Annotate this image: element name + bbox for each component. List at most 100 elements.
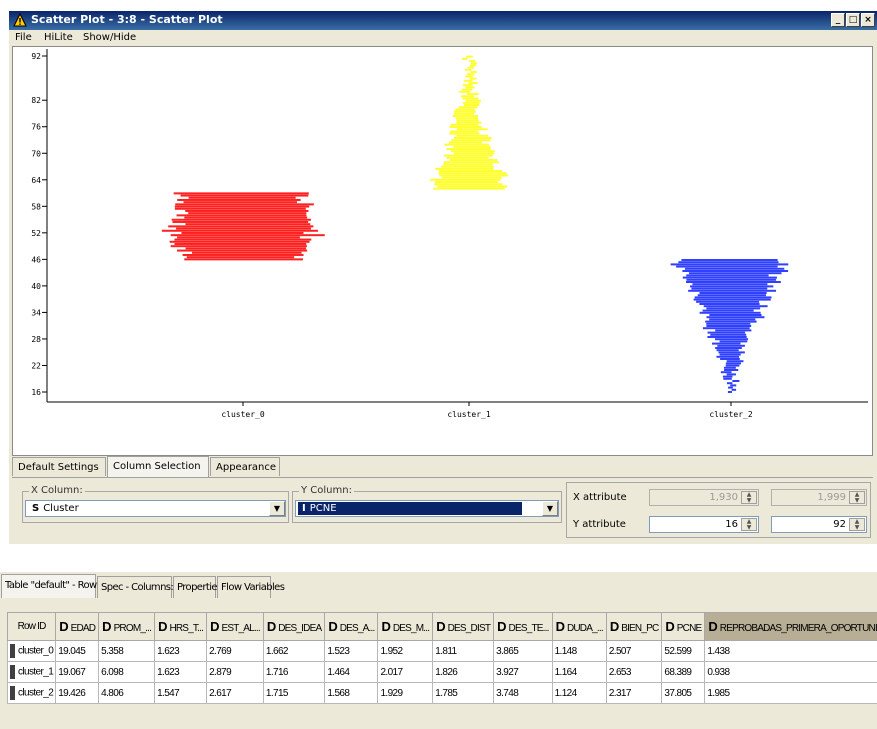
column-header[interactable]: DREPROBADAS_PRIMERA_OPORTUNIDAD — [704, 612, 877, 641]
data-point-cluster_2[interactable] — [717, 344, 745, 347]
table-cell[interactable]: 2.507 — [605, 640, 663, 662]
title-bar[interactable]: Scatter Plot - 3:8 - Scatter Plot _ □ × — [9, 11, 877, 30]
table-cell[interactable]: 2.653 — [605, 661, 663, 683]
data-point-cluster_0[interactable] — [186, 256, 295, 259]
data-point-cluster_1[interactable] — [466, 55, 473, 58]
data-point-cluster_1[interactable] — [450, 130, 479, 133]
table-cell[interactable]: 3.748 — [493, 682, 553, 704]
data-point-cluster_1[interactable] — [438, 172, 507, 175]
data-point-cluster_1[interactable] — [470, 71, 477, 74]
table-cell[interactable]: 1.124 — [551, 682, 607, 704]
data-point-cluster_1[interactable] — [453, 137, 492, 140]
data-point-cluster_2[interactable] — [682, 270, 789, 272]
data-point-cluster_2[interactable] — [726, 360, 744, 363]
data-point-cluster_0[interactable] — [188, 196, 296, 199]
tab-default-settings[interactable]: Default Settings — [12, 457, 106, 476]
table-cell[interactable]: 1.715 — [262, 682, 326, 704]
data-point-cluster_2[interactable] — [715, 338, 749, 341]
data-point-cluster_1[interactable] — [433, 187, 505, 190]
data-point-cluster_1[interactable] — [461, 57, 468, 60]
table-cell[interactable]: 1.464 — [324, 661, 379, 683]
data-point-cluster_1[interactable] — [452, 115, 478, 118]
y-attribute-max-spinner[interactable]: 92 ▲ ▼ — [771, 516, 867, 533]
data-point-cluster_2[interactable] — [706, 316, 765, 319]
table-cell[interactable]: 19.426 — [55, 682, 100, 704]
data-point-cluster_1[interactable] — [468, 82, 478, 85]
column-header[interactable]: D DES_M... — [377, 612, 434, 641]
data-point-cluster_1[interactable] — [448, 141, 483, 144]
data-point-cluster_2[interactable] — [706, 307, 761, 310]
table-cell[interactable]: 1.438 — [704, 640, 877, 662]
data-point-cluster_2[interactable] — [730, 384, 737, 387]
data-point-cluster_2[interactable] — [705, 320, 757, 323]
data-point-cluster_1[interactable] — [456, 128, 488, 131]
row-id-cell[interactable]: cluster_2 — [6, 682, 57, 704]
data-point-cluster_2[interactable] — [681, 259, 778, 261]
data-point-cluster_1[interactable] — [458, 106, 478, 109]
table-cell[interactable]: 1.716 — [262, 661, 326, 683]
minimize-button[interactable]: _ — [831, 13, 845, 27]
data-point-cluster_2[interactable] — [718, 351, 745, 354]
data-point-cluster_0[interactable] — [174, 207, 306, 210]
table-row[interactable]: cluster_2 19.426 4.806 1.547 2.617 1.715 1.568… — [6, 682, 877, 704]
column-header[interactable]: D DES_DIST — [432, 612, 495, 641]
data-point-cluster_1[interactable] — [455, 108, 475, 111]
data-point-cluster_2[interactable] — [724, 369, 739, 371]
data-point-cluster_0[interactable] — [169, 240, 310, 243]
data-point-cluster_2[interactable] — [720, 358, 740, 360]
table-cell[interactable]: 1.164 — [551, 661, 607, 683]
data-point-cluster_1[interactable] — [464, 68, 472, 71]
data-point-cluster_1[interactable] — [438, 170, 502, 173]
data-point-cluster_2[interactable] — [719, 353, 741, 356]
data-point-cluster_1[interactable] — [443, 161, 499, 164]
data-point-cluster_1[interactable] — [459, 90, 471, 93]
data-point-cluster_2[interactable] — [722, 375, 733, 378]
table-cell[interactable]: 1.826 — [432, 661, 495, 683]
tab-spec-columns[interactable]: Spec - Columns: 13 — [97, 576, 188, 598]
data-point-cluster_2[interactable] — [684, 267, 785, 270]
table-cell[interactable]: 5.358 — [98, 640, 156, 662]
data-point-cluster_2[interactable] — [716, 355, 740, 358]
column-header[interactable]: D DES_IDEA — [262, 612, 326, 641]
data-point-cluster_0[interactable] — [170, 245, 307, 248]
data-point-cluster_1[interactable] — [467, 73, 475, 76]
data-point-cluster_1[interactable] — [441, 165, 494, 168]
data-point-cluster_2[interactable] — [699, 292, 767, 294]
table-cell[interactable]: 68.389 — [661, 661, 706, 683]
tab-properties[interactable]: Properties — [173, 576, 222, 598]
spinner-arrows-icon[interactable]: ▲ ▼ — [849, 491, 865, 504]
data-point-cluster_0[interactable] — [183, 201, 298, 204]
data-point-cluster_1[interactable] — [437, 185, 508, 188]
x-column-select[interactable]: S Cluster ▼ — [25, 500, 286, 517]
tab-flow-variables[interactable]: Flow Variables — [217, 576, 285, 598]
data-point-cluster_2[interactable] — [726, 373, 736, 376]
data-point-cluster_1[interactable] — [470, 62, 477, 65]
data-point-cluster_0[interactable] — [175, 203, 314, 206]
data-point-cluster_1[interactable] — [451, 139, 491, 142]
data-point-cluster_1[interactable] — [463, 104, 480, 107]
data-point-cluster_1[interactable] — [461, 88, 473, 91]
data-point-cluster_2[interactable] — [725, 362, 741, 365]
data-point-cluster_1[interactable] — [453, 110, 476, 113]
data-point-cluster_2[interactable] — [732, 380, 740, 382]
data-point-cluster_1[interactable] — [455, 117, 479, 120]
data-point-cluster_2[interactable] — [707, 336, 747, 338]
data-point-cluster_2[interactable] — [682, 276, 777, 279]
data-point-cluster_2[interactable] — [696, 300, 760, 303]
tab-column-selection[interactable]: Column Selection — [107, 456, 209, 477]
data-point-cluster_1[interactable] — [465, 75, 473, 78]
data-point-cluster_2[interactable] — [702, 327, 750, 330]
tab-table-default[interactable]: Table "default" - Rows: 3 — [1, 574, 113, 598]
data-point-cluster_0[interactable] — [184, 216, 308, 219]
data-point-cluster_1[interactable] — [456, 134, 489, 137]
table-cell[interactable]: 1.148 — [551, 640, 607, 662]
data-point-cluster_0[interactable] — [174, 238, 312, 241]
table-row[interactable]: cluster_0 19.045 5.358 1.623 2.769 1.662 1.523… — [6, 640, 877, 662]
maximize-button[interactable]: □ — [846, 13, 860, 27]
data-point-cluster_2[interactable] — [702, 309, 754, 312]
data-point-cluster_2[interactable] — [688, 272, 782, 275]
table-cell[interactable]: 1.623 — [154, 661, 208, 683]
data-point-cluster_0[interactable] — [177, 236, 300, 239]
data-point-cluster_1[interactable] — [441, 176, 502, 179]
table-cell[interactable]: 3.927 — [493, 661, 553, 683]
